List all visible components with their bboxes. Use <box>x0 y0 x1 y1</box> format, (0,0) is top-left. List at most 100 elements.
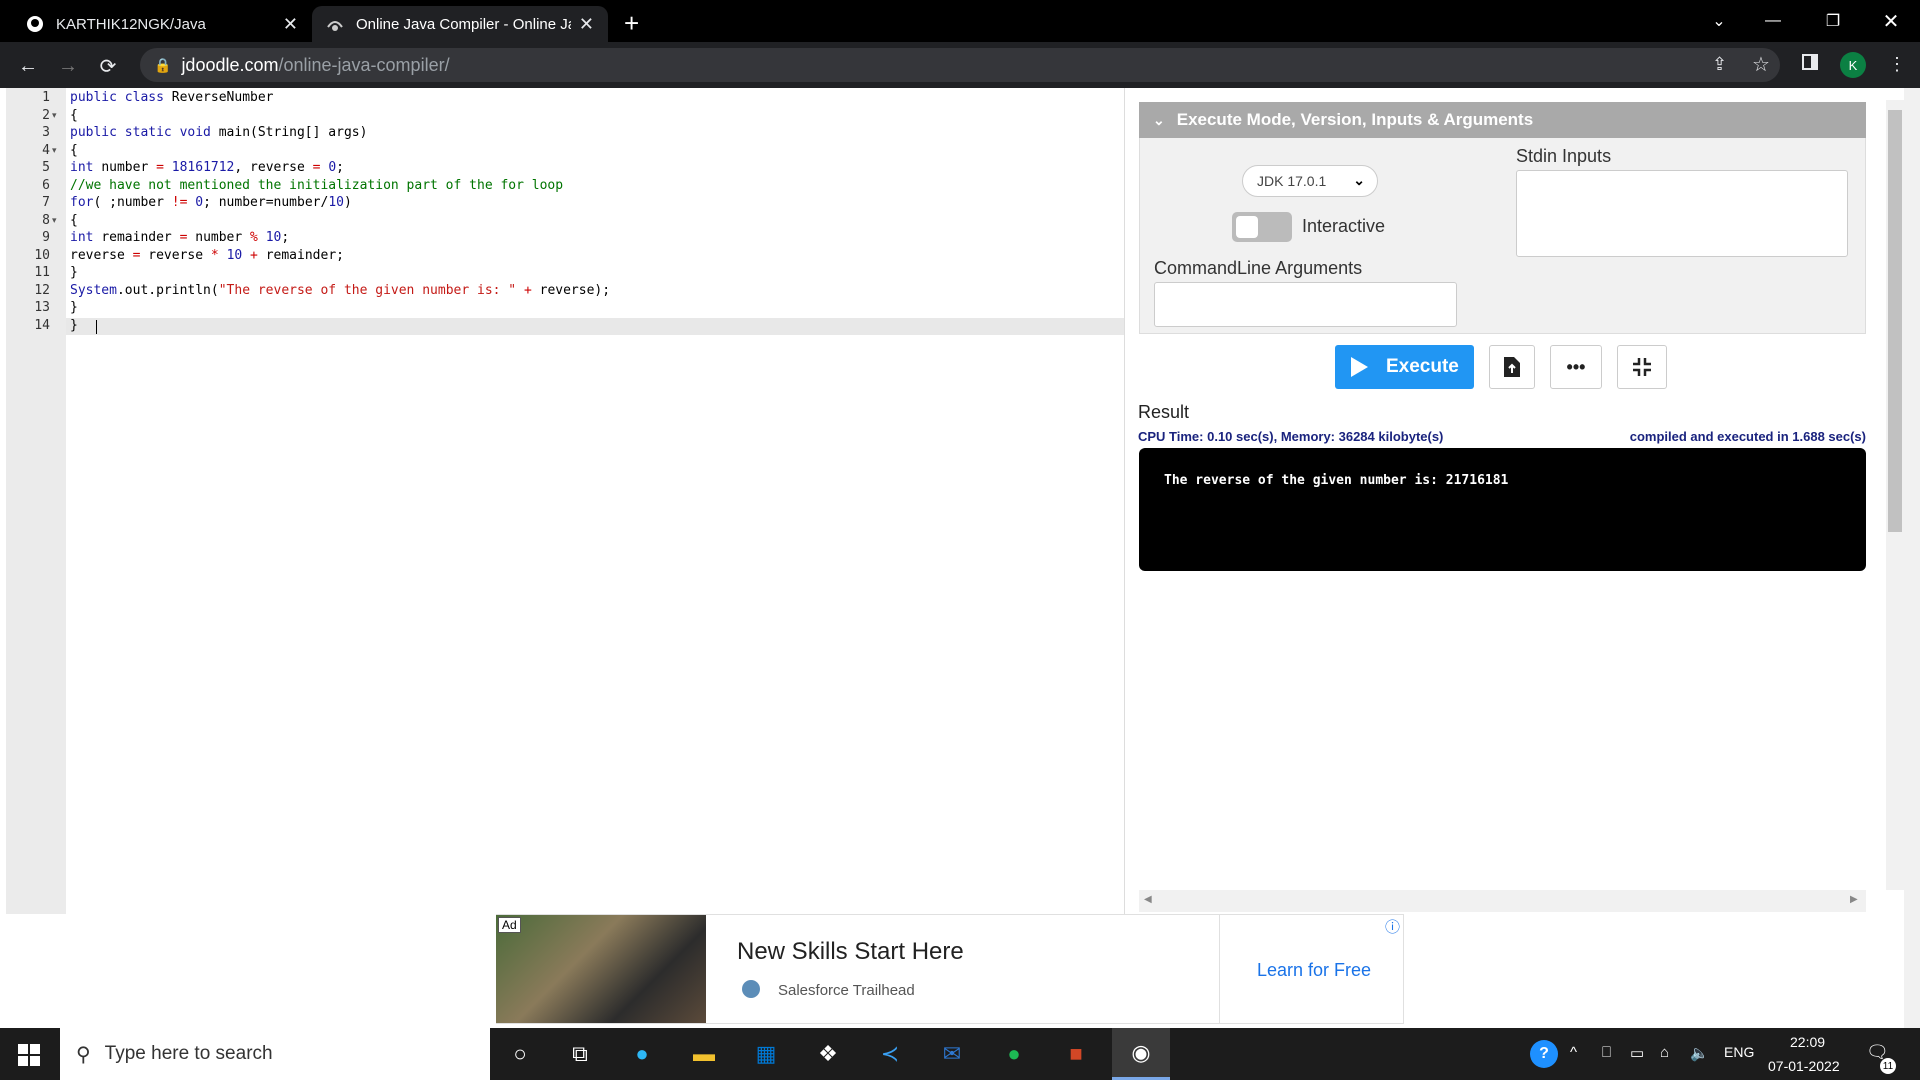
close-window-icon[interactable]: ✕ <box>1868 0 1914 42</box>
fold-toggle-icon[interactable]: ▾ <box>52 107 57 125</box>
tab-jdoodle[interactable]: Online Java Compiler - Online Ja ✕ <box>312 6 608 42</box>
fold-toggle-icon[interactable]: ▾ <box>52 212 57 230</box>
back-icon[interactable]: ← <box>12 50 44 82</box>
code-line[interactable]: public class ReverseNumber <box>70 89 274 107</box>
interactive-label: Interactive <box>1302 216 1386 236</box>
code-token: ( ;number <box>93 195 172 210</box>
text-cursor <box>96 320 97 334</box>
scroll-right-icon[interactable]: ▶ <box>1850 894 1858 905</box>
code-line[interactable]: public static void main(String[] args) <box>70 124 367 142</box>
code-token: main(String[] args) <box>218 125 368 140</box>
code-line[interactable]: } <box>70 264 78 282</box>
code-editor[interactable] <box>6 88 1125 914</box>
more-options-button[interactable]: ••• <box>1550 345 1602 389</box>
execute-button[interactable]: Execute <box>1335 345 1474 389</box>
share-icon[interactable]: ⇪ <box>1712 54 1727 75</box>
code-line[interactable]: { <box>70 212 78 230</box>
stdin-textarea[interactable] <box>1516 170 1848 257</box>
code-line[interactable]: //we have not mentioned the initializati… <box>70 177 563 195</box>
code-token: ) <box>343 195 352 210</box>
restore-icon[interactable]: ❐ <box>1810 0 1856 42</box>
code-token: { <box>70 107 78 123</box>
output-console: The reverse of the given number is: 2171… <box>1139 448 1866 571</box>
upload-file-button[interactable] <box>1489 345 1535 389</box>
side-panel-icon[interactable] <box>1802 54 1818 70</box>
page-scrollbar[interactable] <box>1904 88 1920 1028</box>
reload-icon[interactable]: ⟳ <box>92 50 124 82</box>
cmdargs-input[interactable] <box>1154 282 1457 327</box>
code-token: reverse <box>148 247 211 263</box>
code-line[interactable]: { <box>70 107 78 125</box>
powerpoint-icon[interactable]: ■ <box>1056 1036 1096 1072</box>
code-line[interactable]: } <box>70 317 78 335</box>
line-number: 11 <box>34 265 50 280</box>
jdoodle-icon <box>326 15 344 33</box>
dropbox-icon[interactable]: ❖ <box>808 1036 848 1072</box>
scroll-left-icon[interactable]: ◀ <box>1144 894 1152 905</box>
code-token: } <box>70 300 78 315</box>
code-line[interactable]: int remainder = number % 10; <box>70 229 289 247</box>
execution-stats: CPU Time: 0.10 sec(s), Memory: 36284 kil… <box>1138 429 1444 444</box>
clock-date[interactable]: 07-01-2022 <box>1768 1058 1840 1074</box>
code-line[interactable]: int number = 18161712, reverse = 0; <box>70 159 344 177</box>
collapse-button[interactable] <box>1617 345 1667 389</box>
scrollbar-thumb[interactable] <box>1888 110 1902 532</box>
minimize-icon[interactable]: — <box>1750 0 1796 42</box>
code-token: ReverseNumber <box>171 90 274 105</box>
cmdargs-label: CommandLine Arguments <box>1154 258 1363 278</box>
battery-icon[interactable]: ▭ <box>1630 1044 1644 1062</box>
jdk-version-value: JDK 17.0.1 <box>1257 173 1327 189</box>
profile-avatar[interactable]: K <box>1840 52 1866 78</box>
code-line[interactable]: } <box>70 299 78 317</box>
address-bar[interactable]: 🔒 jdoodle.com/online-java-compiler/ <box>140 48 1780 82</box>
ad-cta-link[interactable]: Learn for Free <box>1257 960 1371 981</box>
horizontal-scrollbar[interactable] <box>1139 890 1866 912</box>
interactive-toggle[interactable] <box>1232 212 1292 242</box>
menu-kebab-icon[interactable]: ⋮ <box>1888 54 1906 75</box>
ad-image[interactable] <box>496 915 706 1023</box>
code-line[interactable]: reverse = reverse * 10 + remainder; <box>70 247 344 265</box>
bookmark-star-icon[interactable]: ☆ <box>1752 52 1770 77</box>
language-indicator[interactable]: ENG <box>1724 1044 1754 1060</box>
tab-search-icon[interactable]: ⌄ <box>1696 0 1742 42</box>
cortana-icon[interactable]: ○ <box>500 1036 540 1072</box>
windows-start-icon[interactable] <box>18 1044 40 1071</box>
network-icon[interactable]: ⌂ <box>1660 1044 1669 1061</box>
fold-toggle-icon[interactable]: ▾ <box>52 142 57 160</box>
mail-icon[interactable]: ✉ <box>932 1036 972 1072</box>
task-view-icon[interactable]: ⧉ <box>560 1036 600 1072</box>
code-token: , reverse <box>234 160 313 175</box>
show-hidden-icons[interactable]: ^ <box>1570 1044 1577 1061</box>
spotify-icon[interactable]: ● <box>994 1036 1034 1072</box>
close-tab-icon[interactable]: ✕ <box>579 14 594 35</box>
accordion-header[interactable]: ⌄ Execute Mode, Version, Inputs & Argume… <box>1139 102 1866 138</box>
ad-badge: Ad <box>498 917 521 933</box>
execution-time: compiled and executed in 1.688 sec(s) <box>1629 429 1866 444</box>
volume-icon[interactable]: 🔈 <box>1690 1044 1709 1062</box>
meet-now-icon[interactable]: ⎕ <box>1602 1044 1611 1061</box>
clock-time[interactable]: 22:09 <box>1790 1034 1825 1050</box>
code-line[interactable]: System.out.println("The reverse of the g… <box>70 282 610 300</box>
code-line[interactable]: for( ;number != 0; number=number/10) <box>70 194 352 212</box>
forward-icon[interactable]: → <box>52 50 84 82</box>
code-token: int <box>70 230 102 245</box>
edge-icon[interactable]: ● <box>622 1036 662 1072</box>
ad-info-icon[interactable]: ⓘ <box>1385 916 1400 937</box>
close-tab-icon[interactable]: ✕ <box>283 14 298 35</box>
code-line[interactable]: { <box>70 142 78 160</box>
jdk-version-select[interactable]: JDK 17.0.1 ⌄ <box>1242 165 1378 197</box>
file-explorer-icon[interactable]: ▬ <box>684 1036 724 1072</box>
vscode-icon[interactable]: ≺ <box>870 1036 910 1072</box>
code-token: * <box>210 247 227 263</box>
chrome-icon[interactable]: ◉ <box>1112 1028 1170 1080</box>
ms-store-icon[interactable]: ▦ <box>746 1036 786 1072</box>
new-tab-icon[interactable]: + <box>624 8 639 39</box>
ad-headline[interactable]: New Skills Start Here <box>737 938 964 966</box>
help-icon[interactable]: ? <box>1530 1040 1558 1068</box>
code-token: //we have not mentioned the initializati… <box>70 177 564 193</box>
code-token: = <box>156 160 172 175</box>
tab-github[interactable]: KARTHIK12NGK/Java ✕ <box>12 6 312 42</box>
taskbar-search[interactable]: ⚲ Type here to search <box>60 1028 490 1080</box>
file-upload-icon <box>1504 357 1520 377</box>
tab-title: KARTHIK12NGK/Java <box>56 15 206 33</box>
